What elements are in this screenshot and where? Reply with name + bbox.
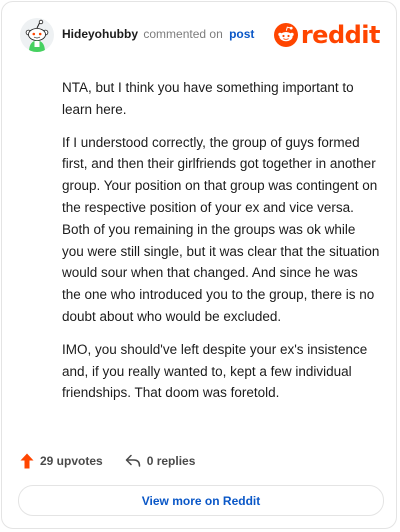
comment-body: NTA, but I think you have something impo… xyxy=(62,77,380,415)
reddit-wordmark: reddit xyxy=(300,21,381,49)
action-text: commented on xyxy=(143,27,223,41)
reddit-snoo-avatar-icon[interactable] xyxy=(20,18,54,52)
comment-paragraph: IMO, you should've left despite your ex'… xyxy=(62,341,368,401)
view-more-button[interactable]: View more on Reddit xyxy=(18,485,384,516)
upvotes-count: 29 upvotes xyxy=(40,454,103,468)
reply-arrow-icon xyxy=(125,454,140,467)
reddit-logo[interactable]: reddit xyxy=(273,21,381,49)
upvote-arrow-icon xyxy=(20,453,34,469)
username-link[interactable]: Hideyohubby xyxy=(62,27,138,41)
comment-stats: 29 upvotes 0 replies xyxy=(20,451,195,471)
comment-paragraph: NTA, but I think you have something impo… xyxy=(62,80,354,117)
comment-paragraph: If I understood correctly, the group of … xyxy=(62,134,380,324)
post-link[interactable]: post xyxy=(229,27,254,41)
upvotes-stat[interactable]: 29 upvotes xyxy=(20,453,103,469)
comment-header: Hideyohubby commented on post reddit xyxy=(20,18,381,54)
comment-meta: Hideyohubby commented on post xyxy=(62,27,254,41)
comment-embed-card: Hideyohubby commented on post reddit NTA… xyxy=(1,1,397,529)
replies-count: 0 replies xyxy=(146,454,196,468)
replies-stat[interactable]: 0 replies xyxy=(125,454,196,468)
reddit-snoo-logo-icon xyxy=(273,23,298,47)
